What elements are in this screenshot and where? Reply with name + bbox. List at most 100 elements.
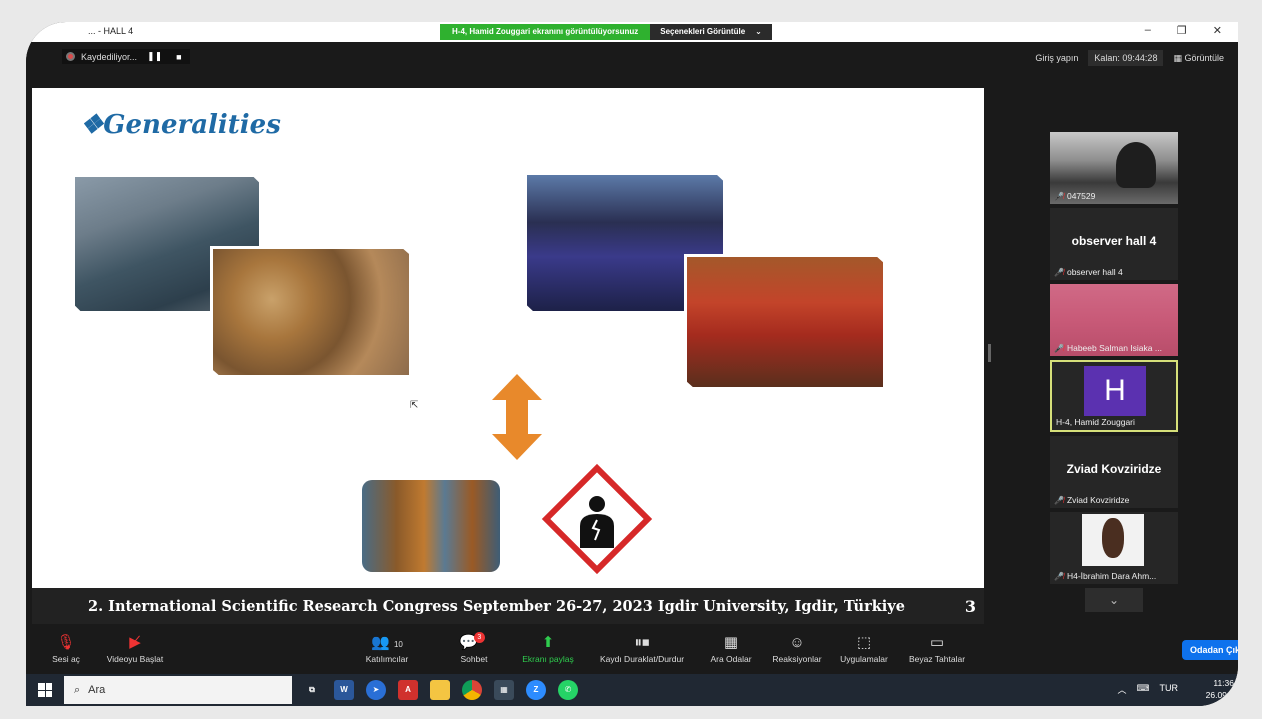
chrome-icon[interactable] [462, 680, 482, 700]
participants-icon: 👥 [371, 634, 390, 651]
avatar: H [1084, 366, 1146, 416]
share-banner-message: H-4, Hamid Zouggari ekranını görüntülüyo… [440, 24, 651, 40]
taskbar-apps: ⧉ W ➤ A ▦ Z ✆ [302, 680, 578, 700]
pause-recording-button[interactable]: ❚❚ [143, 51, 166, 62]
shared-slide: ❖Generalities ⇱ 2. International Scienti… [32, 88, 984, 624]
file-explorer-icon[interactable] [430, 680, 450, 700]
participant-tile-active-speaker[interactable]: H H-4, Hamid Zouggari [1050, 360, 1178, 432]
search-placeholder: Ara [88, 684, 106, 696]
calculator-icon[interactable]: ▦ [494, 680, 514, 700]
participants-button[interactable]: 👥 10 Katılımcılar [360, 632, 414, 664]
muted-mic-icon: 🎤̸ [1054, 571, 1064, 581]
task-view-icon[interactable]: ⧉ [302, 680, 322, 700]
muted-mic-icon: 🎤̸ [1054, 495, 1064, 505]
stop-recording-button[interactable]: ■ [172, 52, 185, 62]
health-hazard-icon [580, 496, 614, 548]
apps-icon: ⬚ [856, 634, 872, 651]
tannery-photo [210, 246, 412, 378]
rusty-barrels-photo [362, 480, 500, 572]
window-title: ... - HALL 4 [88, 26, 134, 36]
share-screen-button[interactable]: ⬆ Ekranı paylaş [518, 632, 578, 664]
participant-tile[interactable]: 🎤̸ H4-İbrahim Dara Ahm... [1050, 512, 1178, 584]
recording-indicator: Kaydediliyor... ❚❚ ■ [62, 49, 190, 64]
participant-name: 🎤̸ Habeeb Salman Isiaka ... [1054, 343, 1162, 353]
muted-mic-icon: 🎤̸ [1054, 267, 1064, 277]
view-options-button[interactable]: Seçenekleri Görüntüle ⌄ [650, 24, 772, 40]
whatsapp-icon[interactable]: ✆ [558, 680, 578, 700]
restore-button[interactable]: ❐ [1177, 24, 1187, 37]
more-participants-button[interactable]: ⌄ [1085, 588, 1143, 612]
breakout-rooms-button[interactable]: ▦ Ara Odalar [706, 632, 756, 664]
pdf-icon[interactable]: A [398, 680, 418, 700]
whiteboards-button[interactable]: ▭ Beyaz Tahtalar [904, 632, 970, 664]
share-screen-icon: ⬆ [541, 634, 555, 651]
record-dot-icon [66, 52, 75, 61]
breakout-rooms-icon: ▦ [723, 634, 739, 651]
person-silhouette [1102, 518, 1124, 558]
reactions-label: Reaksiyonlar [772, 654, 822, 664]
meeting-top-bar: Kaydediliyor... ❚❚ ■ Giriş yapın Kalan: … [26, 42, 1238, 72]
unmute-button[interactable]: 🎙 Sesi aç [46, 632, 86, 664]
video-off-icon: ▶̸ [129, 634, 141, 651]
minimize-button[interactable]: – [1145, 24, 1151, 37]
zoom-icon[interactable]: Z [526, 680, 546, 700]
participants-label: Katılımcılar [365, 654, 409, 664]
participant-tile[interactable]: Zviad Kovziridze 🎤̸ Zviad Kovziridze [1050, 436, 1178, 508]
search-icon: ⌕ [74, 683, 81, 696]
chat-badge: 3 [473, 632, 485, 643]
zoom-window: ... - HALL 4 H-4, Hamid Zouggari ekranın… [26, 22, 1238, 706]
start-video-button[interactable]: ▶̸ Videoyu Başlat [100, 632, 170, 664]
muted-mic-icon: 🎤̸ [1054, 191, 1064, 201]
chevron-up-icon[interactable]: ︿ [1117, 683, 1126, 696]
windows-start-icon[interactable] [38, 683, 52, 697]
taskbar-search[interactable]: ⌕ Ara [64, 676, 292, 704]
participant-display-name: observer hall 4 [1071, 234, 1157, 248]
whiteboards-label: Beyaz Tahtalar [908, 654, 966, 664]
pause-stop-recording-button[interactable]: ⏸⏹ Kaydı Duraklat/Durdur [592, 632, 692, 664]
whiteboard-icon: ▭ [929, 634, 945, 651]
smiley-icon: ☺ [789, 634, 805, 651]
breakout-rooms-label: Ara Odalar [710, 654, 752, 664]
pause-stop-label: Kaydı Duraklat/Durdur [599, 654, 685, 664]
apps-button[interactable]: ⬚ Uygulamalar [836, 632, 892, 664]
meeting-toolbar: 🎙 Sesi aç ▶̸ Videoyu Başlat 👥 10 Katılım… [26, 626, 1238, 674]
person-silhouette [1116, 142, 1156, 188]
window-controls: – ❐ ✕ [1145, 24, 1222, 37]
close-button[interactable]: ✕ [1213, 24, 1222, 37]
browser-icon[interactable]: ➤ [366, 680, 386, 700]
view-button[interactable]: ▦ Görüntüle [1173, 53, 1224, 64]
start-video-label: Videoyu Başlat [106, 654, 164, 664]
grid-icon: ▦ [1173, 52, 1185, 63]
windows-taskbar: ⌕ Ara ⧉ W ➤ A ▦ Z ✆ ︿ ⌨ TUR 11:36 26.09.… [26, 674, 1238, 706]
leave-meeting-button[interactable]: Odadan Çık [1181, 640, 1238, 660]
share-banner: H-4, Hamid Zouggari ekranını görüntülüyo… [440, 24, 772, 40]
clock-time: 11:36 [1213, 678, 1234, 688]
participant-name: 🎤̸ 047529 [1054, 191, 1096, 201]
participant-tile[interactable]: 🎤̸ Habeeb Salman Isiaka ... [1050, 284, 1178, 356]
slide-title: ❖Generalities [80, 110, 281, 140]
recording-label: Kaydediliyor... [81, 51, 138, 62]
participant-display-name: Zviad Kovziridze [1066, 462, 1162, 476]
participant-tile[interactable]: observer hall 4 🎤̸ observer hall 4 [1050, 208, 1178, 280]
participants-count: 10 [393, 640, 403, 649]
participant-name: 🎤̸ H4-İbrahim Dara Ahm... [1054, 571, 1157, 581]
remaining-timer: Kalan: 09:44:28 [1088, 50, 1164, 66]
muted-mic-icon: 🎤̸ [1054, 343, 1064, 353]
keyboard-icon[interactable]: ⌨ [1137, 683, 1150, 696]
reactions-button[interactable]: ☺ Reaksiyonlar [768, 632, 826, 664]
system-tray: ︿ ⌨ TUR [1117, 683, 1178, 696]
view-options-label: Seçenekleri Görüntüle [660, 27, 746, 36]
taskbar-clock[interactable]: 11:36 26.09... [1206, 677, 1234, 701]
clock-date: 26.09... [1205, 690, 1234, 700]
participant-name: 🎤̸ Zviad Kovziridze [1054, 495, 1130, 505]
chevron-down-icon: ⌄ [755, 27, 762, 36]
chat-button[interactable]: 💬3 Sohbet [456, 632, 492, 664]
footer-text: 2. International Scientific Research Con… [88, 597, 905, 615]
title-bar: ... - HALL 4 H-4, Hamid Zouggari ekranın… [26, 22, 1238, 42]
participant-name: 🎤̸ observer hall 4 [1054, 267, 1123, 277]
panel-splitter[interactable] [988, 344, 991, 362]
signin-link[interactable]: Giriş yapın [1035, 53, 1078, 63]
language-indicator[interactable]: TUR [1160, 683, 1179, 696]
participant-tile[interactable]: 🎤̸ 047529 [1050, 132, 1178, 204]
word-icon[interactable]: W [334, 680, 354, 700]
